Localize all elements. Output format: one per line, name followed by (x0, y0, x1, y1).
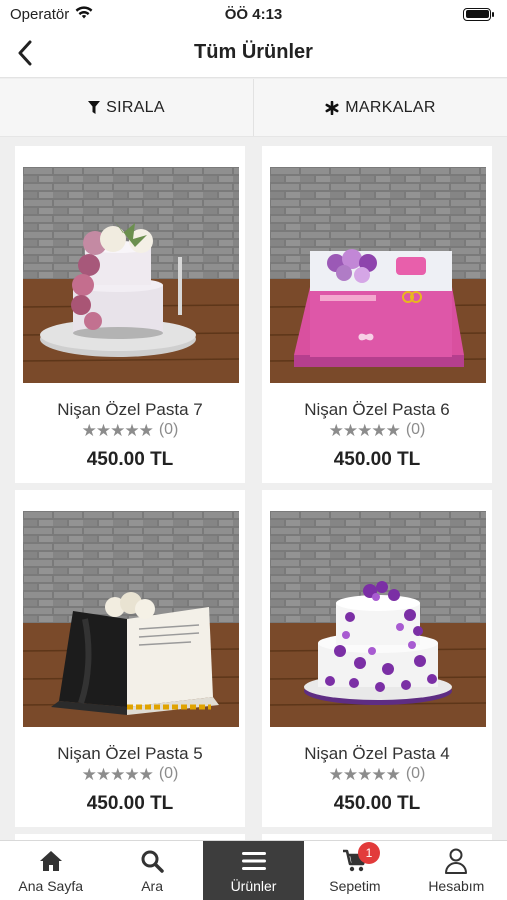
product-grid: Nişan Özel Pasta 7 ★★★★★ (0) 450.00 TL N… (0, 146, 507, 840)
search-icon (141, 850, 164, 873)
product-price: 450.00 TL (86, 449, 174, 470)
tab-label: Ara (141, 877, 163, 894)
wifi-icon (75, 5, 93, 23)
brands-label: MARKALAR (345, 98, 436, 116)
product-image (23, 511, 239, 727)
bottom-tab-bar: Ana Sayfa Ara Ürünler 1 Sepetim Hesabım (0, 840, 507, 900)
product-image (23, 167, 239, 383)
brands-button[interactable]: MARKALAR (253, 79, 507, 136)
tab-label: Hesabım (428, 877, 485, 894)
sort-label: SIRALA (106, 98, 165, 116)
rating-stars: ★★★★★ (81, 764, 154, 784)
product-rating: ★★★★★ (0) (15, 765, 245, 783)
product-name: Nişan Özel Pasta 4 (304, 744, 450, 763)
review-count: (0) (158, 421, 179, 438)
filter-bar: SIRALA MARKALAR (0, 79, 507, 137)
chevron-left-icon (18, 40, 32, 66)
product-card[interactable]: Nişan Özel Pasta 5 ★★★★★ (0) 450.00 TL (15, 490, 245, 827)
product-card[interactable]: Nişan Özel Pasta 4 ★★★★★ (0) 450.00 TL (262, 490, 492, 827)
product-image (270, 167, 486, 383)
rating-stars: ★★★★★ (328, 764, 401, 784)
product-rating: ★★★★★ (0) (15, 421, 245, 439)
product-card[interactable]: Nişan Özel Pasta 7 ★★★★★ (0) 450.00 TL (15, 146, 245, 483)
rating-stars: ★★★★★ (328, 420, 401, 440)
carrier-label: Operatör (10, 5, 70, 23)
product-image (270, 511, 486, 727)
tab-account[interactable]: Hesabım (406, 841, 507, 900)
filter-icon (88, 101, 101, 114)
menu-icon (241, 851, 266, 870)
battery-icon (463, 7, 494, 21)
review-count: (0) (158, 765, 179, 782)
tab-search[interactable]: Ara (101, 841, 202, 900)
product-price: 450.00 TL (333, 449, 421, 470)
product-name: Nişan Özel Pasta 7 (57, 400, 203, 419)
tab-label: Ana Sayfa (18, 877, 83, 894)
user-icon (445, 848, 468, 874)
page-title: Tüm Ürünler (194, 41, 313, 63)
tab-home[interactable]: Ana Sayfa (0, 841, 101, 900)
review-count: (0) (405, 765, 426, 782)
tab-label: Ürünler (230, 877, 277, 894)
product-price: 450.00 TL (86, 793, 174, 814)
status-bar: Operatör ÖÖ 4:13 (0, 0, 507, 28)
product-name: Nişan Özel Pasta 6 (304, 400, 450, 419)
sort-button[interactable]: SIRALA (0, 79, 253, 136)
product-rating: ★★★★★ (0) (262, 765, 492, 783)
product-name: Nişan Özel Pasta 5 (57, 744, 203, 763)
cart-badge: 1 (357, 841, 380, 864)
tab-products[interactable]: Ürünler (202, 841, 305, 900)
navigation-bar: Tüm Ürünler (0, 28, 507, 78)
rating-stars: ★★★★★ (81, 420, 154, 440)
product-rating: ★★★★★ (0) (262, 421, 492, 439)
tab-label: Sepetim (329, 877, 381, 894)
product-price: 450.00 TL (333, 793, 421, 814)
back-button[interactable] (8, 36, 42, 70)
tab-cart[interactable]: 1 Sepetim (304, 841, 405, 900)
home-icon (39, 850, 62, 871)
review-count: (0) (405, 421, 426, 438)
product-card[interactable]: Nişan Özel Pasta 6 ★★★★★ (0) 450.00 TL (262, 146, 492, 483)
asterisk-icon (325, 100, 339, 115)
